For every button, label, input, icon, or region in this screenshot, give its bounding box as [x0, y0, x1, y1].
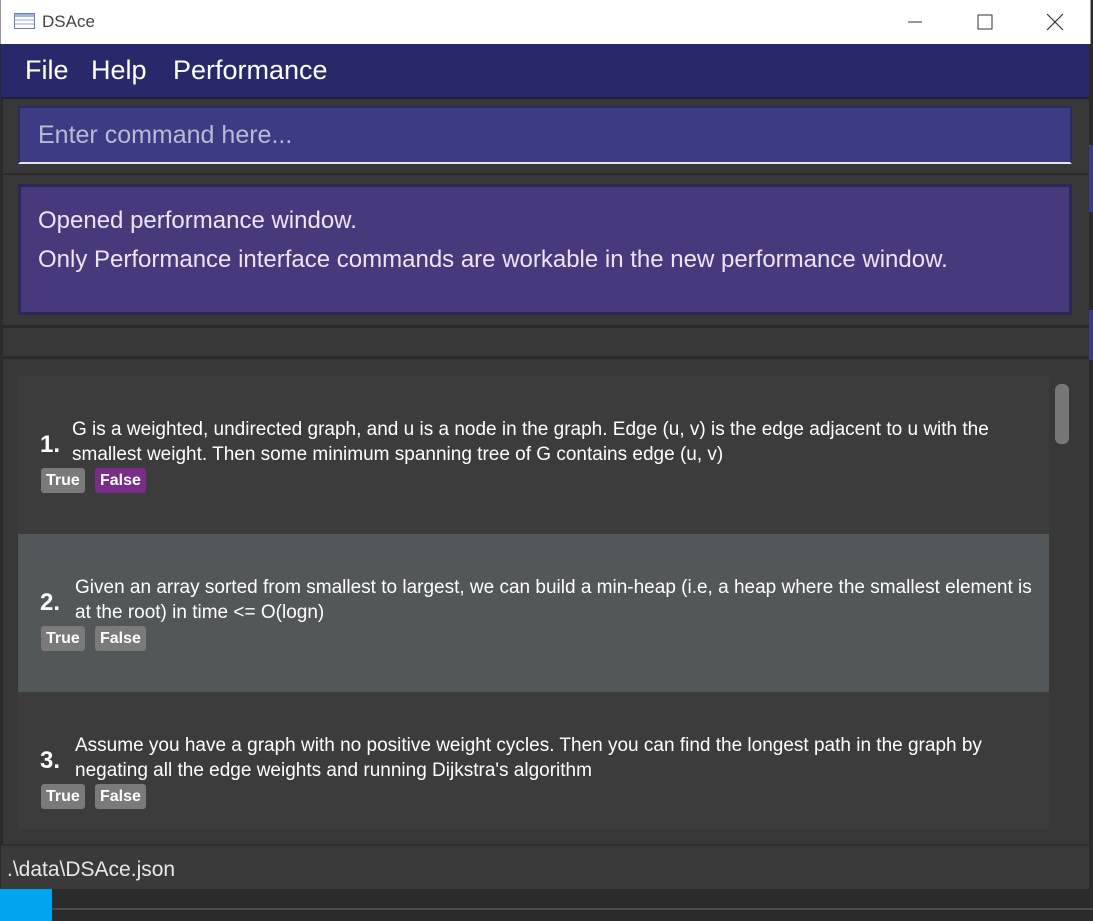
menu-bar: File Help Performance	[1, 44, 1089, 99]
title-bar: DSAce	[0, 0, 1091, 44]
taskbar-start-area[interactable]	[0, 889, 52, 921]
option-true[interactable]: True	[41, 784, 85, 809]
scrollbar[interactable]	[1053, 377, 1071, 829]
background-window-edge	[1089, 310, 1093, 360]
question-list[interactable]: 1. G is a weighted, undirected graph, an…	[18, 376, 1049, 829]
taskbar	[0, 889, 1093, 921]
minimize-icon	[908, 21, 922, 23]
option-false[interactable]: False	[95, 784, 146, 809]
question-text: G is a weighted, undirected graph, and u…	[72, 419, 989, 465]
question-list-panel: 1. G is a weighted, undirected graph, an…	[3, 359, 1089, 844]
menu-file[interactable]: File	[25, 54, 69, 86]
window-title: DSAce	[42, 12, 95, 31]
taskbar-divider	[52, 908, 1093, 910]
result-display-container: Opened performance window. Only Performa…	[3, 175, 1089, 328]
result-line: Only Performance interface commands are …	[38, 246, 948, 273]
minimize-button[interactable]	[880, 0, 950, 44]
scrollbar-thumb[interactable]	[1055, 384, 1069, 444]
question-text: Given an array sorted from smallest to l…	[75, 577, 1032, 623]
main-panel: Opened performance window. Only Performa…	[3, 99, 1089, 844]
close-button[interactable]	[1020, 0, 1090, 44]
maximize-button[interactable]	[950, 0, 1020, 44]
question-card[interactable]: 2. Given an array sorted from smallest t…	[18, 534, 1049, 692]
menu-help[interactable]: Help	[91, 54, 147, 86]
option-true[interactable]: True	[41, 626, 85, 651]
command-input[interactable]	[18, 106, 1072, 164]
app-icon	[14, 13, 35, 29]
result-display: Opened performance window. Only Performa…	[18, 184, 1072, 315]
maximize-icon	[977, 14, 993, 30]
option-true[interactable]: True	[41, 468, 85, 493]
result-line: Opened performance window.	[38, 207, 357, 234]
question-card[interactable]: 1. G is a weighted, undirected graph, an…	[18, 376, 1049, 534]
save-location: .\data\DSAce.json	[7, 858, 176, 881]
question-card[interactable]: 3. Assume you have a graph with no posit…	[18, 692, 1049, 829]
option-false[interactable]: False	[95, 468, 146, 493]
question-text: Assume you have a graph with no positive…	[75, 735, 982, 781]
menu-performance[interactable]: Performance	[173, 54, 328, 86]
status-bar: .\data\DSAce.json	[1, 844, 1089, 890]
divider	[3, 328, 1089, 359]
option-false[interactable]: False	[95, 626, 146, 651]
background-window-edge	[1089, 145, 1093, 212]
question-number: 2.	[40, 589, 61, 616]
close-icon	[1046, 13, 1064, 31]
command-box-container	[3, 99, 1089, 175]
question-number: 1.	[40, 431, 61, 458]
question-number: 3.	[40, 747, 61, 774]
